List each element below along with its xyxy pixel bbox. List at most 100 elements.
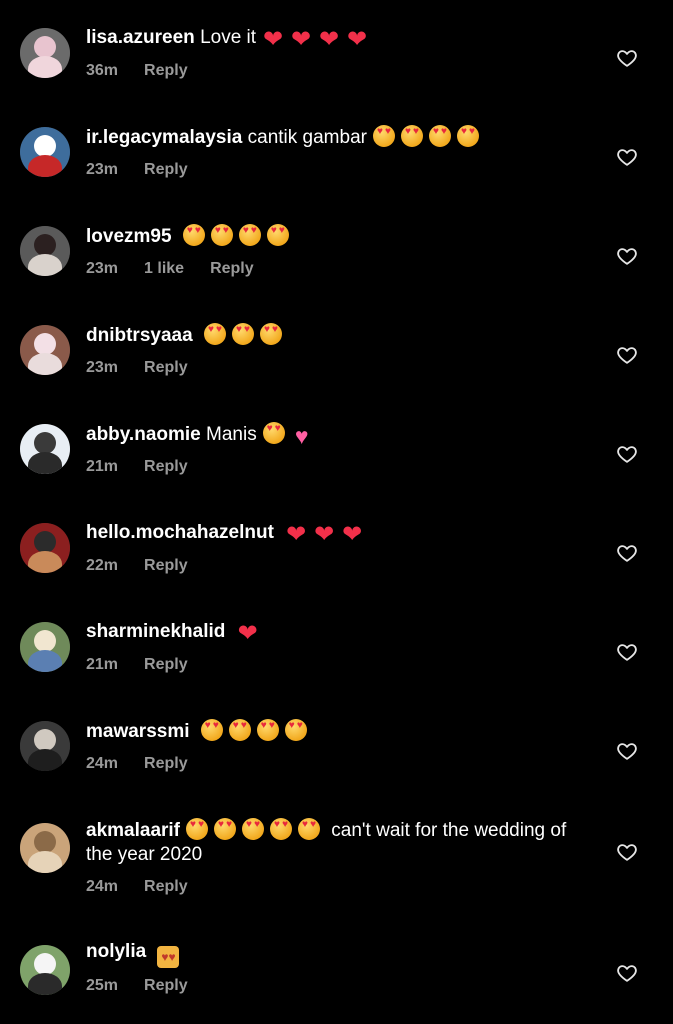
username[interactable]: mawarssmi xyxy=(86,721,190,742)
like-heart-icon[interactable] xyxy=(616,146,638,168)
reply-button[interactable]: Reply xyxy=(144,656,188,673)
username[interactable]: lovezm95 xyxy=(86,226,172,247)
heart-eyes-emoji-icon xyxy=(266,224,289,246)
red-heart-emoji-icon: ❤ xyxy=(290,26,312,53)
comment-text: dnibtrsyaaa xyxy=(86,323,586,348)
reply-button[interactable]: Reply xyxy=(144,62,188,79)
comment-list: lisa.azureen Love it ❤ ❤ ❤ ❤ 36m Reply ir.leg… xyxy=(0,0,673,1024)
kiss-couple-emoji-icon: ♥♥ xyxy=(157,946,180,968)
red-heart-emoji-icon: ❤ xyxy=(262,26,284,53)
timestamp: 36m xyxy=(86,62,119,79)
avatar[interactable] xyxy=(20,721,70,771)
comment-body: Manis xyxy=(206,424,257,445)
emoji-group xyxy=(198,323,282,346)
like-heart-icon[interactable] xyxy=(616,841,638,863)
avatar[interactable] xyxy=(20,325,70,375)
username[interactable]: abby.naomie xyxy=(86,424,201,445)
username[interactable]: hello.mochahazelnut xyxy=(86,522,274,543)
red-heart-emoji-icon: ❤ xyxy=(346,26,368,53)
reply-button[interactable]: Reply xyxy=(144,161,188,178)
comment-text: sharminekhalid ❤ xyxy=(86,620,586,647)
heart-eyes-emoji-icon xyxy=(231,323,254,345)
reply-button[interactable]: Reply xyxy=(144,557,188,574)
reply-button[interactable]: Reply xyxy=(144,755,188,772)
timestamp: 23m xyxy=(86,161,119,178)
heart-eyes-emoji-icon xyxy=(200,719,223,741)
heart-eyes-emoji-icon xyxy=(210,224,233,246)
comment-meta: 23m 1 like Reply xyxy=(86,260,280,278)
heart-eyes-emoji-icon xyxy=(186,818,209,840)
username[interactable]: lisa.azureen xyxy=(86,27,195,48)
timestamp: 21m xyxy=(86,458,119,475)
emoji-group: ♥♥ xyxy=(151,941,180,968)
heart-eyes-emoji-icon xyxy=(456,125,479,147)
timestamp: 24m xyxy=(86,755,119,772)
username[interactable]: akmalaarif xyxy=(86,820,180,841)
heart-eyes-emoji-icon xyxy=(400,125,423,147)
username[interactable]: ir.legacymalaysia xyxy=(86,127,242,148)
reply-button[interactable]: Reply xyxy=(144,977,188,994)
avatar[interactable] xyxy=(20,226,70,276)
comment-meta: 21m Reply xyxy=(86,656,214,674)
heart-eyes-emoji-icon xyxy=(182,224,205,246)
comment-body: Love it xyxy=(200,27,257,48)
timestamp: 21m xyxy=(86,656,119,673)
avatar[interactable] xyxy=(20,28,70,78)
like-heart-icon[interactable] xyxy=(616,344,638,366)
heart-eyes-emoji-icon xyxy=(242,818,265,840)
emoji-group xyxy=(177,224,289,247)
timestamp: 24m xyxy=(86,878,119,895)
avatar[interactable] xyxy=(20,424,70,474)
comment-text: ir.legacymalaysia cantik gambar xyxy=(86,125,586,150)
comment-text: akmalaarif can't wait for the wedding of… xyxy=(86,818,581,867)
like-heart-icon[interactable] xyxy=(616,641,638,663)
like-heart-icon[interactable] xyxy=(616,962,638,984)
heart-eyes-emoji-icon xyxy=(372,125,395,147)
avatar[interactable] xyxy=(20,945,70,995)
red-heart-emoji-icon: ❤ xyxy=(342,521,363,548)
comment-meta: 25m Reply xyxy=(86,977,214,995)
timestamp: 22m xyxy=(86,557,119,574)
like-heart-icon[interactable] xyxy=(616,740,638,762)
emoji-group xyxy=(367,125,479,148)
reply-button[interactable]: Reply xyxy=(144,878,188,895)
comment-meta: 23m Reply xyxy=(86,161,214,179)
comment-text: lovezm95 xyxy=(86,224,586,249)
comment-text: hello.mochahazelnut ❤ ❤ ❤ xyxy=(86,521,586,548)
username[interactable]: dnibtrsyaaa xyxy=(86,325,193,346)
emoji-group: ♥ xyxy=(257,422,313,448)
heart-eyes-emoji-icon xyxy=(238,224,261,246)
username[interactable]: nolylia xyxy=(86,941,146,962)
heart-eyes-emoji-icon xyxy=(203,323,226,345)
like-count[interactable]: 1 like xyxy=(144,260,184,277)
like-heart-icon[interactable] xyxy=(616,542,638,564)
like-heart-icon[interactable] xyxy=(616,47,638,69)
heart-eyes-emoji-icon xyxy=(298,818,321,840)
comment-meta: 36m Reply xyxy=(86,62,214,80)
timestamp: 23m xyxy=(86,359,119,376)
avatar[interactable] xyxy=(20,127,70,177)
reply-button[interactable]: Reply xyxy=(144,359,188,376)
timestamp: 23m xyxy=(86,260,119,277)
reply-button[interactable]: Reply xyxy=(210,260,254,277)
comment-body: cantik gambar xyxy=(247,127,367,148)
avatar[interactable] xyxy=(20,622,70,672)
like-heart-icon[interactable] xyxy=(616,443,638,465)
comment-meta: 23m Reply xyxy=(86,359,214,377)
comment-meta: 21m Reply xyxy=(86,458,214,476)
heart-eyes-emoji-icon xyxy=(270,818,293,840)
avatar[interactable] xyxy=(20,823,70,873)
comment-meta: 24m Reply xyxy=(86,878,214,896)
comment-text: lisa.azureen Love it ❤ ❤ ❤ ❤ xyxy=(86,26,586,53)
reply-button[interactable]: Reply xyxy=(144,458,188,475)
like-heart-icon[interactable] xyxy=(616,245,638,267)
avatar[interactable] xyxy=(20,523,70,573)
heart-eyes-emoji-icon xyxy=(284,719,307,741)
heart-eyes-emoji-icon xyxy=(428,125,451,147)
username[interactable]: sharminekhalid xyxy=(86,621,225,642)
comment-text: nolylia ♥♥ xyxy=(86,940,586,968)
emoji-group: ❤ ❤ ❤ xyxy=(279,521,363,548)
red-heart-emoji-icon: ❤ xyxy=(286,521,307,548)
red-heart-emoji-icon: ❤ xyxy=(237,620,258,647)
red-heart-emoji-icon: ❤ xyxy=(318,26,340,53)
